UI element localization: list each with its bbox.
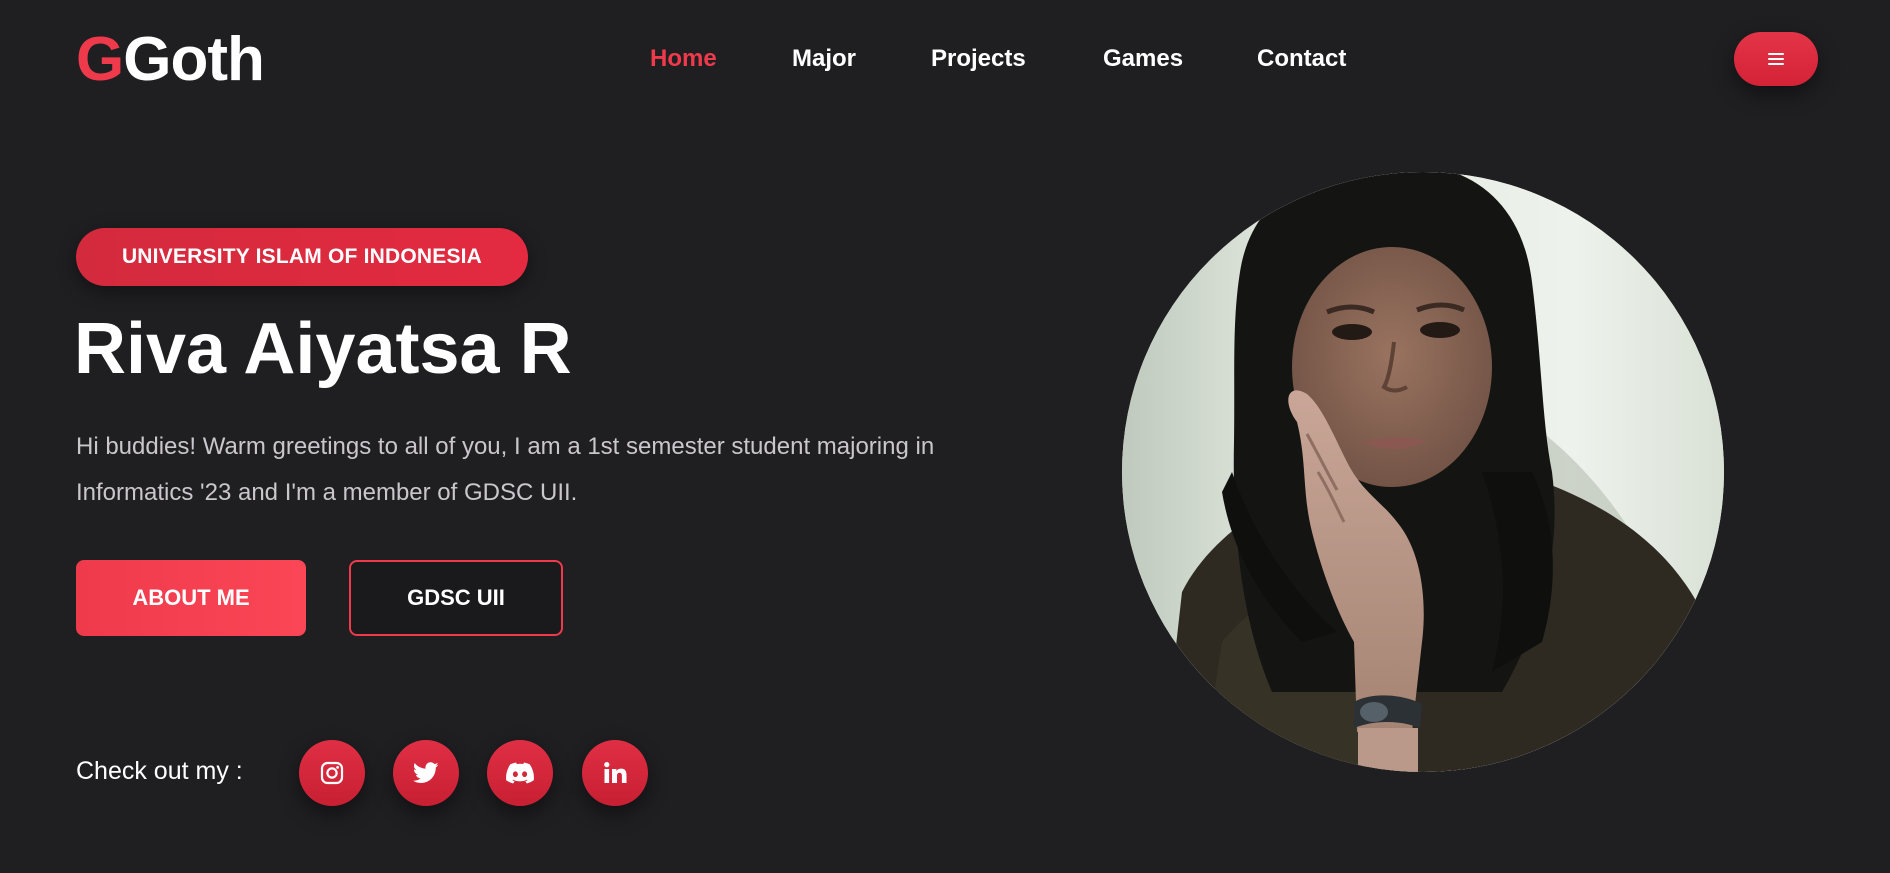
logo-accent-letter: G	[76, 25, 124, 94]
page: GGoth Home Major Projects Games Contact …	[0, 0, 1890, 873]
bio-line-2: Informatics '23 and I'm a member of GDSC…	[76, 479, 578, 506]
university-badge: UNIVERSITY ISLAM OF INDONESIA	[76, 228, 528, 286]
hero-bio: Hi buddies! Warm greetings to all of you…	[76, 424, 996, 516]
nav-link-projects[interactable]: Projects	[931, 44, 1026, 74]
discord-icon	[506, 762, 534, 784]
about-me-button[interactable]: ABOUT ME	[76, 560, 306, 636]
checkout-label: Check out my :	[76, 757, 243, 785]
gdsc-uii-button[interactable]: GDSC UII	[349, 560, 563, 636]
bio-line-1: Hi buddies! Warm greetings to all of you…	[76, 433, 935, 460]
profile-photo	[1122, 172, 1724, 772]
nav-link-major[interactable]: Major	[792, 44, 856, 74]
instagram-link[interactable]	[299, 740, 365, 806]
linkedin-icon	[604, 762, 627, 783]
site-logo[interactable]: GGoth	[76, 25, 265, 94]
profile-photo-illustration	[1122, 172, 1724, 772]
nav-link-contact[interactable]: Contact	[1257, 44, 1346, 74]
twitter-icon	[413, 762, 439, 783]
hero-name: Riva Aiyatsa R	[74, 309, 572, 389]
instagram-icon	[320, 761, 344, 785]
nav-link-home[interactable]: Home	[650, 44, 717, 74]
twitter-link[interactable]	[393, 740, 459, 806]
nav-link-games[interactable]: Games	[1103, 44, 1183, 74]
logo-text: Goth	[123, 25, 265, 94]
menu-button[interactable]	[1734, 32, 1818, 86]
hamburger-icon	[1768, 53, 1784, 65]
discord-link[interactable]	[487, 740, 553, 806]
linkedin-link[interactable]	[582, 740, 648, 806]
